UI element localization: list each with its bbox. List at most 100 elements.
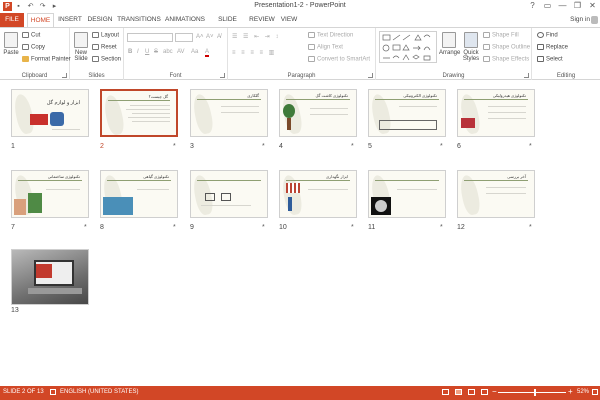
- grow-font-button[interactable]: A˄: [196, 34, 204, 40]
- transition-star-icon[interactable]: *: [351, 143, 354, 150]
- find-button[interactable]: Find: [537, 32, 558, 39]
- tab-design[interactable]: DESIGN: [86, 13, 114, 27]
- section-button[interactable]: Section: [92, 56, 121, 63]
- transition-star-icon[interactable]: *: [351, 224, 354, 231]
- paragraph-launcher-icon[interactable]: [368, 73, 373, 78]
- transition-star-icon[interactable]: *: [262, 143, 265, 150]
- slide-thumbnail-5[interactable]: تکنولوژی الکترونیکی: [368, 89, 446, 137]
- shape-outline-button[interactable]: Shape Outline: [483, 44, 530, 51]
- paste-button[interactable]: Paste: [2, 32, 20, 56]
- transition-star-icon[interactable]: *: [173, 224, 176, 231]
- reading-view-icon[interactable]: [468, 389, 475, 395]
- zoom-out-button[interactable]: −: [492, 387, 497, 396]
- zoom-level[interactable]: 52%: [577, 389, 589, 395]
- reset-button[interactable]: Reset: [92, 44, 117, 51]
- bold-button[interactable]: B: [128, 49, 132, 55]
- transition-star-icon[interactable]: *: [529, 224, 532, 231]
- strikethrough-button[interactable]: S: [154, 49, 158, 55]
- underline-button[interactable]: U: [145, 49, 149, 55]
- slide-text-line: [310, 108, 348, 109]
- layout-button[interactable]: Layout: [92, 32, 119, 39]
- align-buttons[interactable]: ≡ ≡ ≡ ≡ ▥: [232, 49, 276, 56]
- slide-sorter: ابزار و لوازم گل 1 گل چیست؟ 2 * گلکاری 3…: [0, 80, 600, 386]
- group-slides: New Slide Layout Reset Section Slides: [70, 28, 124, 80]
- transition-star-icon[interactable]: *: [262, 224, 265, 231]
- tab-slide-show[interactable]: SLIDE SHOW: [209, 13, 246, 37]
- slide-number: 9: [190, 224, 194, 231]
- help-button[interactable]: ?: [525, 0, 540, 12]
- arrange-button[interactable]: Arrange: [439, 32, 460, 56]
- slide-thumbnail-2[interactable]: گل چیست؟: [100, 89, 178, 137]
- slide-title: گل چیست؟: [148, 94, 168, 99]
- convert-smartart-button[interactable]: Convert to SmartArt: [308, 56, 370, 63]
- ribbon-display-button[interactable]: ▭: [540, 0, 555, 12]
- zoom-slider[interactable]: [498, 392, 566, 393]
- slide-thumbnail-3[interactable]: گلکاری: [190, 89, 268, 137]
- tab-animations[interactable]: ANIMATIONS: [164, 13, 206, 27]
- font-color-button[interactable]: A: [205, 49, 210, 57]
- tab-review[interactable]: REVIEW: [249, 13, 275, 27]
- transition-star-icon[interactable]: *: [84, 224, 87, 231]
- transition-star-icon[interactable]: *: [440, 143, 443, 150]
- fit-slide-icon[interactable]: [592, 389, 598, 395]
- slide-thumbnail-12[interactable]: آخر بررسی: [457, 170, 535, 218]
- tab-view[interactable]: VIEW: [278, 13, 300, 27]
- restore-button[interactable]: ❐: [570, 0, 585, 12]
- font-name-input[interactable]: [127, 33, 173, 42]
- window-title: Presentation1-2 - PowerPoint: [254, 2, 346, 9]
- slideshow-view-icon[interactable]: [481, 389, 488, 395]
- text-direction-button[interactable]: Text Direction: [308, 32, 353, 39]
- ribbon-tabs: FILE HOME INSERT DESIGN TRANSITIONS ANIM…: [0, 13, 600, 37]
- drawing-launcher-icon[interactable]: [524, 73, 529, 78]
- align-text-button[interactable]: Align Text: [308, 44, 343, 51]
- slide-thumbnail-10[interactable]: ابزار نگهداری: [279, 170, 357, 218]
- tab-transitions[interactable]: TRANSITIONS: [117, 13, 161, 27]
- italic-button[interactable]: I: [137, 49, 139, 55]
- slide-thumbnail-4[interactable]: تکنولوژی کاشت گل: [279, 89, 357, 137]
- replace-button[interactable]: Replace: [537, 44, 568, 51]
- slide-thumbnail-8[interactable]: تکنولوژی گیاهی: [100, 170, 178, 218]
- font-launcher-icon[interactable]: [220, 73, 225, 78]
- format-painter-button[interactable]: Format Painter: [22, 56, 71, 63]
- close-button[interactable]: ✕: [585, 0, 600, 12]
- transition-star-icon[interactable]: *: [173, 143, 176, 150]
- transition-star-icon[interactable]: *: [529, 143, 532, 150]
- select-button[interactable]: Select: [537, 56, 563, 63]
- slide-thumbnail-6[interactable]: تکنولوژی هیدرولیکی: [457, 89, 535, 137]
- language-label[interactable]: ENGLISH (UNITED STATES): [60, 389, 138, 395]
- font-size-input[interactable]: [175, 33, 193, 42]
- change-case-button[interactable]: Aa: [191, 49, 198, 55]
- slide-thumbnail-11[interactable]: [368, 170, 446, 218]
- shape-fill-button[interactable]: Shape Fill: [483, 32, 519, 39]
- slide-thumbnail-7[interactable]: تکنولوژی ساختمانی: [11, 170, 89, 218]
- normal-view-icon[interactable]: [442, 389, 449, 395]
- zoom-slider-thumb[interactable]: [534, 389, 536, 396]
- text-shadow-button[interactable]: abc: [163, 49, 173, 55]
- tab-home[interactable]: HOME: [27, 13, 54, 28]
- sign-in-link[interactable]: Sign in: [570, 13, 590, 27]
- char-spacing-button[interactable]: AV: [177, 49, 185, 55]
- spellcheck-icon[interactable]: [50, 389, 56, 395]
- quick-styles-button[interactable]: Quick Styles: [461, 32, 481, 62]
- zoom-in-button[interactable]: +: [568, 387, 573, 396]
- align-text-label: Align Text: [317, 44, 343, 51]
- cut-button[interactable]: Cut: [22, 32, 40, 39]
- clipboard-launcher-icon[interactable]: [62, 73, 67, 78]
- list-buttons[interactable]: ☰ ☰ ⇤ ⇥ ↕: [232, 33, 280, 40]
- slide-thumbnail-9[interactable]: [190, 170, 268, 218]
- slide-text-line: [52, 129, 80, 130]
- slide-thumbnail-13[interactable]: [11, 249, 89, 305]
- slide-sorter-view-icon[interactable]: [455, 389, 462, 395]
- shape-effects-button[interactable]: Shape Effects: [483, 56, 529, 63]
- font-group-label: Font: [169, 73, 182, 79]
- transition-star-icon[interactable]: *: [440, 224, 443, 231]
- new-slide-button[interactable]: New Slide: [72, 32, 90, 62]
- slide-thumbnail-1[interactable]: ابزار و لوازم گل: [11, 89, 89, 137]
- tab-file[interactable]: FILE: [0, 13, 24, 27]
- tab-insert[interactable]: INSERT: [57, 13, 83, 27]
- shrink-font-button[interactable]: A˅: [206, 34, 214, 40]
- copy-button[interactable]: Copy: [22, 44, 45, 51]
- clear-format-button[interactable]: A̸: [217, 34, 221, 40]
- shapes-gallery[interactable]: [379, 31, 437, 63]
- minimize-button[interactable]: —: [555, 0, 570, 12]
